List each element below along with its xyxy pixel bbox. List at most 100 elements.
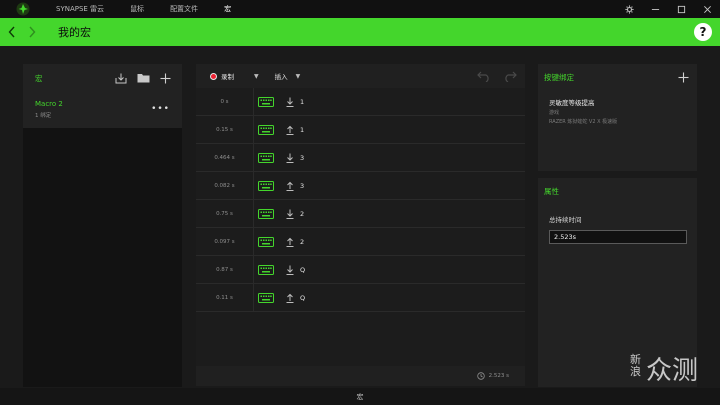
key-up-icon bbox=[286, 181, 294, 191]
watermark-top: 新浪 bbox=[630, 353, 641, 378]
keyboard-icon bbox=[258, 96, 274, 107]
table-row[interactable]: 0.75 s 2 bbox=[196, 199, 525, 228]
properties-title: 属性 bbox=[544, 186, 559, 196]
record-button[interactable]: 录制 bbox=[221, 71, 234, 81]
binding-device: RAZER 炼狱蝰蛇 V2 X 极速版 bbox=[549, 119, 618, 125]
total-duration-field[interactable] bbox=[549, 230, 687, 244]
page-title: 我的宏 bbox=[58, 26, 91, 39]
table-row[interactable]: 0.87 s Q bbox=[196, 255, 525, 284]
macro-event-list: 0 s 1 0.15 s 1 0.464 s 3 0.082 s 3 0.75 s 2 0.097 … bbox=[196, 87, 525, 312]
event-key: Q bbox=[300, 293, 306, 302]
maximize-icon[interactable] bbox=[668, 0, 694, 18]
undo-redo-group bbox=[477, 64, 517, 88]
page-header: 我的宏 ? bbox=[0, 18, 720, 46]
macro-list-panel: 宏 Macro 2 1 绑定 ••• bbox=[23, 64, 182, 387]
tab-macro[interactable]: 宏 bbox=[224, 0, 231, 18]
event-delay[interactable]: 0.11 s bbox=[196, 295, 253, 301]
undo-icon[interactable] bbox=[477, 71, 491, 82]
column-divider bbox=[253, 227, 254, 256]
table-row[interactable]: 0.11 s Q bbox=[196, 283, 525, 312]
event-key: 2 bbox=[300, 237, 305, 246]
import-icon[interactable] bbox=[110, 73, 132, 84]
window-controls bbox=[616, 0, 720, 18]
status-bar-label: 宏 bbox=[356, 392, 364, 401]
event-key: 1 bbox=[300, 97, 305, 106]
event-delay[interactable]: 0.75 s bbox=[196, 211, 253, 217]
keyboard-icon bbox=[258, 264, 274, 275]
close-icon[interactable] bbox=[694, 0, 720, 18]
minimize-icon[interactable] bbox=[642, 0, 668, 18]
key-binding-panel: 按键绑定 灵敏度等级提高 游戏 RAZER 炼狱蝰蛇 V2 X 极速版 bbox=[538, 64, 697, 171]
chevron-down-icon[interactable]: ▼ bbox=[296, 73, 301, 80]
column-divider bbox=[253, 171, 254, 200]
chevron-down-icon[interactable]: ▼ bbox=[254, 73, 259, 80]
macro-list-header: 宏 bbox=[23, 64, 182, 92]
total-duration: 2.523 s bbox=[488, 373, 509, 379]
table-row[interactable]: 0.097 s 2 bbox=[196, 227, 525, 256]
tab-mouse[interactable]: 鼠标 bbox=[130, 0, 144, 18]
key-binding-header: 按键绑定 bbox=[538, 64, 697, 90]
table-row[interactable]: 0.464 s 3 bbox=[196, 143, 525, 172]
macro-list-title: 宏 bbox=[35, 73, 43, 83]
redo-icon[interactable] bbox=[503, 71, 517, 82]
column-divider bbox=[253, 87, 254, 116]
keyboard-icon bbox=[258, 180, 274, 191]
add-binding-icon[interactable] bbox=[678, 72, 689, 83]
table-row[interactable]: 0 s 1 bbox=[196, 87, 525, 116]
watermark-main: 众测 bbox=[646, 356, 699, 386]
help-button[interactable]: ? bbox=[694, 23, 712, 41]
event-delay[interactable]: 0.464 s bbox=[196, 155, 253, 161]
column-divider bbox=[253, 143, 254, 172]
forward-arrow-icon[interactable] bbox=[22, 18, 42, 46]
event-delay[interactable]: 0 s bbox=[196, 99, 253, 105]
binding-profile: 游戏 bbox=[549, 110, 560, 116]
key-up-icon bbox=[286, 125, 294, 135]
key-down-icon bbox=[286, 97, 294, 107]
clock-icon bbox=[476, 372, 485, 380]
column-divider bbox=[253, 283, 254, 312]
back-arrow-icon[interactable] bbox=[2, 18, 22, 46]
key-up-icon bbox=[286, 293, 294, 303]
insert-button[interactable]: 插入 bbox=[275, 71, 288, 81]
event-delay[interactable]: 0.082 s bbox=[196, 183, 253, 189]
event-delay[interactable]: 0.097 s bbox=[196, 239, 253, 245]
keyboard-icon bbox=[258, 152, 274, 163]
record-icon[interactable] bbox=[210, 72, 217, 80]
keyboard-icon bbox=[258, 236, 274, 247]
event-key: Q bbox=[300, 265, 306, 274]
total-duration-label: 总持续时间 bbox=[549, 216, 582, 224]
key-down-icon bbox=[286, 153, 294, 163]
column-divider bbox=[253, 255, 254, 284]
column-divider bbox=[253, 199, 254, 228]
properties-header: 属性 bbox=[538, 178, 697, 204]
macro-binding-count: 1 绑定 bbox=[35, 113, 52, 119]
macro-list-actions bbox=[110, 64, 176, 92]
event-key: 2 bbox=[300, 209, 305, 218]
watermark: 新浪 众测 bbox=[630, 354, 716, 398]
more-options-icon[interactable]: ••• bbox=[151, 104, 170, 114]
gear-icon[interactable] bbox=[616, 0, 642, 18]
keyboard-icon bbox=[258, 124, 274, 135]
tab-profiles[interactable]: 配置文件 bbox=[170, 0, 198, 18]
macro-name: Macro 2 bbox=[35, 100, 63, 108]
keyboard-icon bbox=[258, 292, 274, 303]
key-binding-title: 按键绑定 bbox=[544, 72, 574, 82]
folder-icon[interactable] bbox=[132, 73, 154, 83]
tab-synapse[interactable]: SYNAPSE 雷云 bbox=[56, 0, 104, 18]
keyboard-icon bbox=[258, 208, 274, 219]
macro-editor-toolbar: 录制 ▼ 插入 ▼ bbox=[196, 64, 525, 88]
plus-icon[interactable] bbox=[154, 73, 176, 84]
event-delay[interactable]: 0.87 s bbox=[196, 267, 253, 273]
table-row[interactable]: 0.082 s 3 bbox=[196, 171, 525, 200]
column-divider bbox=[253, 115, 254, 144]
table-row[interactable]: 0.15 s 1 bbox=[196, 115, 525, 144]
event-delay[interactable]: 0.15 s bbox=[196, 127, 253, 133]
event-key: 1 bbox=[300, 125, 305, 134]
macro-editor-panel: 录制 ▼ 插入 ▼ 0 s 1 0.15 s 1 0.464 s 3 0.082 s 3 0.7… bbox=[196, 64, 525, 366]
key-down-icon bbox=[286, 265, 294, 275]
list-item[interactable]: Macro 2 1 绑定 ••• bbox=[23, 92, 182, 128]
event-key: 3 bbox=[300, 153, 305, 162]
event-key: 3 bbox=[300, 181, 305, 190]
key-down-icon bbox=[286, 209, 294, 219]
binding-name[interactable]: 灵敏度等级提高 bbox=[549, 97, 697, 107]
